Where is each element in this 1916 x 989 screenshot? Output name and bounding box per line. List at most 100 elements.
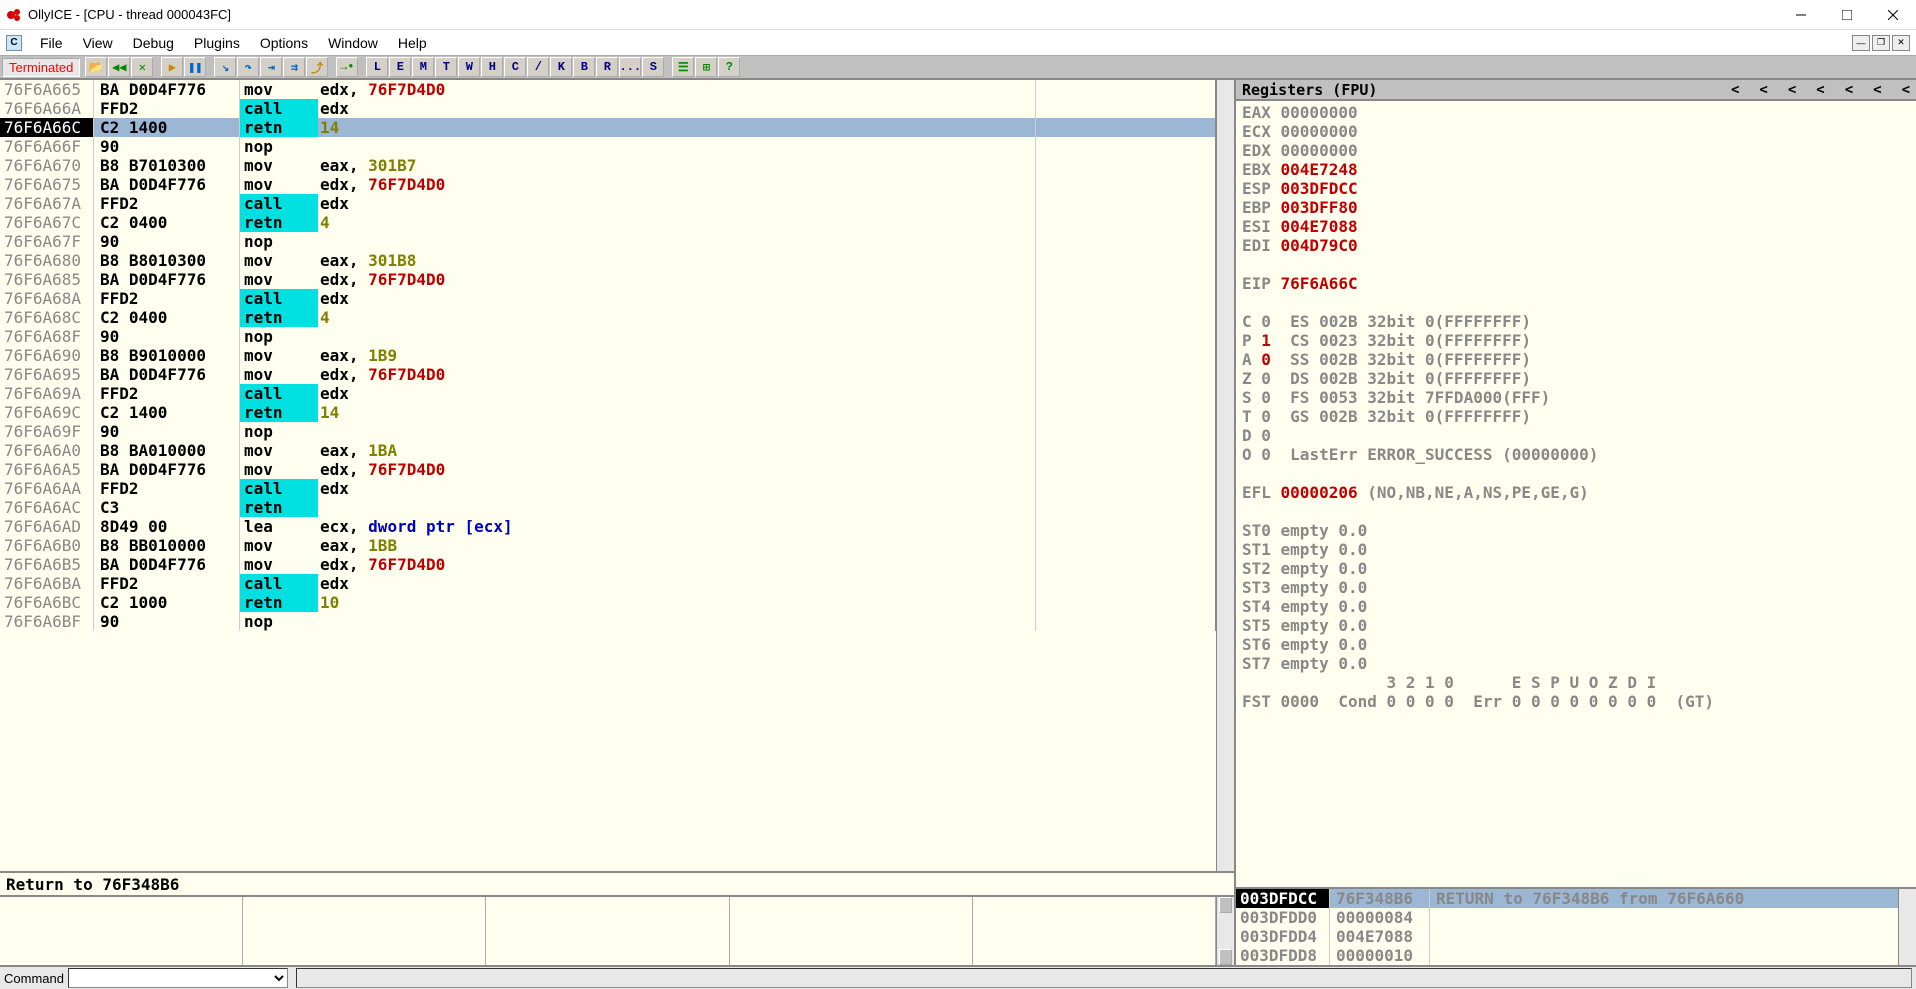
register-line[interactable]: D 0 — [1242, 426, 1910, 445]
dump-scrollbar[interactable] — [1216, 897, 1234, 965]
toolbar-e-button[interactable]: E — [389, 57, 411, 77]
disasm-row[interactable]: 76F6A690B8 B9010000moveax, 1B9 — [0, 346, 1216, 365]
disasm-row[interactable]: 76F6A6A0B8 BA010000moveax, 1BA — [0, 441, 1216, 460]
restart-button[interactable]: ◀◀ — [108, 57, 130, 77]
toolbar-...-button[interactable]: ... — [619, 57, 641, 77]
toolbar-b-button[interactable]: B — [573, 57, 595, 77]
register-line[interactable]: EIP 76F6A66C — [1242, 274, 1910, 293]
reg-nav-arrow[interactable]: < — [1902, 82, 1910, 98]
menu-options[interactable]: Options — [250, 32, 318, 54]
goto-button[interactable]: →• — [336, 57, 358, 77]
disasm-row[interactable]: 76F6A66CC2 1400retn14 — [0, 118, 1216, 137]
toolbar-k-button[interactable]: K — [550, 57, 572, 77]
command-input[interactable] — [68, 968, 288, 988]
stack-row[interactable]: 003DFDD4004E7088 — [1236, 927, 1898, 946]
step-into-button[interactable]: ↘ — [214, 57, 236, 77]
disasm-row[interactable]: 76F6A6AAFFD2calledx — [0, 479, 1216, 498]
register-line[interactable]: T 0 GS 002B 32bit 0(FFFFFFFF) — [1242, 407, 1910, 426]
appearance-button-2[interactable]: ⊞ — [695, 57, 717, 77]
disasm-row[interactable]: 76F6A675BA D0D4F776movedx, 76F7D4D0 — [0, 175, 1216, 194]
register-line[interactable]: O 0 LastErr ERROR_SUCCESS (00000000) — [1242, 445, 1910, 464]
disasm-row[interactable]: 76F6A6BF90nop — [0, 612, 1216, 631]
mdi-minimize-button[interactable]: — — [1852, 35, 1870, 51]
register-line[interactable] — [1242, 293, 1910, 312]
stack-pane[interactable]: 003DFDCC76F348B6RETURN to 76F348B6 from … — [1236, 887, 1916, 965]
disasm-row[interactable]: 76F6A67AFFD2calledx — [0, 194, 1216, 213]
register-line[interactable]: S 0 FS 0053 32bit 7FFDA000(FFF) — [1242, 388, 1910, 407]
register-line[interactable]: Z 0 DS 002B 32bit 0(FFFFFFFF) — [1242, 369, 1910, 388]
disasm-row[interactable]: 76F6A66AFFD2calledx — [0, 99, 1216, 118]
scroll-up-icon[interactable] — [1219, 897, 1232, 913]
register-line[interactable]: ST1 empty 0.0 — [1242, 540, 1910, 559]
mdi-close-button[interactable]: ✕ — [1892, 35, 1910, 51]
disasm-row[interactable]: 76F6A6AD8D49 00leaecx, dword ptr [ecx] — [0, 517, 1216, 536]
disasm-row[interactable]: 76F6A68AFFD2calledx — [0, 289, 1216, 308]
disasm-row[interactable]: 76F6A67CC2 0400retn4 — [0, 213, 1216, 232]
register-line[interactable]: EAX 00000000 — [1242, 103, 1910, 122]
register-line[interactable]: ECX 00000000 — [1242, 122, 1910, 141]
toolbar-w-button[interactable]: W — [458, 57, 480, 77]
disasm-row[interactable]: 76F6A685BA D0D4F776movedx, 76F7D4D0 — [0, 270, 1216, 289]
register-line[interactable]: ESP 003DFDCC — [1242, 179, 1910, 198]
stack-scrollbar[interactable] — [1898, 889, 1916, 965]
stack-row[interactable]: 003DFDD800000010 — [1236, 946, 1898, 965]
menu-help[interactable]: Help — [388, 32, 437, 54]
disasm-row[interactable]: 76F6A69F90nop — [0, 422, 1216, 441]
register-line[interactable]: ESI 004E7088 — [1242, 217, 1910, 236]
menu-debug[interactable]: Debug — [123, 32, 184, 54]
toolbar-c-button[interactable]: C — [504, 57, 526, 77]
disasm-row[interactable]: 76F6A67F90nop — [0, 232, 1216, 251]
appearance-button-1[interactable]: ☰ — [672, 57, 694, 77]
disasm-row[interactable]: 76F6A6B0B8 BB010000moveax, 1BB — [0, 536, 1216, 555]
disasm-row[interactable]: 76F6A6BAFFD2calledx — [0, 574, 1216, 593]
registers-pane[interactable]: Registers (FPU) < < < < < < < EAX 000000… — [1236, 80, 1916, 887]
disasm-row[interactable]: 76F6A680B8 B8010300moveax, 301B8 — [0, 251, 1216, 270]
reg-nav-arrow[interactable]: < — [1759, 82, 1767, 98]
minimize-button[interactable] — [1778, 0, 1824, 30]
register-line[interactable]: EBP 003DFF80 — [1242, 198, 1910, 217]
disasm-row[interactable]: 76F6A66F90nop — [0, 137, 1216, 156]
disasm-row[interactable]: 76F6A670B8 B7010300moveax, 301B7 — [0, 156, 1216, 175]
disasm-row[interactable]: 76F6A6BCC2 1000retn10 — [0, 593, 1216, 612]
register-line[interactable]: 3 2 1 0 E S P U O Z D I — [1242, 673, 1910, 692]
disasm-row[interactable]: 76F6A68F90nop — [0, 327, 1216, 346]
register-line[interactable]: ST3 empty 0.0 — [1242, 578, 1910, 597]
menu-plugins[interactable]: Plugins — [184, 32, 250, 54]
menu-file[interactable]: File — [30, 32, 73, 54]
register-line[interactable]: A 0 SS 002B 32bit 0(FFFFFFFF) — [1242, 350, 1910, 369]
register-line[interactable]: ST5 empty 0.0 — [1242, 616, 1910, 635]
reg-nav-arrow[interactable]: < — [1845, 82, 1853, 98]
disasm-row[interactable]: 76F6A69CC2 1400retn14 — [0, 403, 1216, 422]
toolbar-m-button[interactable]: M — [412, 57, 434, 77]
close-debuggee-button[interactable]: ✕ — [131, 57, 153, 77]
pause-button[interactable]: ❚❚ — [184, 57, 206, 77]
disasm-row[interactable]: 76F6A6B5BA D0D4F776movedx, 76F7D4D0 — [0, 555, 1216, 574]
disasm-row[interactable]: 76F6A695BA D0D4F776movedx, 76F7D4D0 — [0, 365, 1216, 384]
scroll-down-icon[interactable] — [1219, 949, 1232, 965]
toolbar-h-button[interactable]: H — [481, 57, 503, 77]
register-line[interactable]: ST0 empty 0.0 — [1242, 521, 1910, 540]
toolbar-r-button[interactable]: R — [596, 57, 618, 77]
register-line[interactable]: EDI 004D79C0 — [1242, 236, 1910, 255]
disasm-row[interactable]: 76F6A665BA D0D4F776movedx, 76F7D4D0 — [0, 80, 1216, 99]
register-line[interactable]: EFL 00000206 (NO,NB,NE,A,NS,PE,GE,G) — [1242, 483, 1910, 502]
execute-till-return-button[interactable]: ⤴ — [306, 57, 328, 77]
toolbar-t-button[interactable]: T — [435, 57, 457, 77]
trace-into-button[interactable]: ⇥ — [260, 57, 282, 77]
reg-nav-arrow[interactable]: < — [1873, 82, 1881, 98]
register-line[interactable]: ST6 empty 0.0 — [1242, 635, 1910, 654]
toolbar-/-button[interactable]: / — [527, 57, 549, 77]
maximize-button[interactable] — [1824, 0, 1870, 30]
register-line[interactable]: EBX 004E7248 — [1242, 160, 1910, 179]
stack-row[interactable]: 003DFDD000000084 — [1236, 908, 1898, 927]
register-line[interactable]: ST2 empty 0.0 — [1242, 559, 1910, 578]
register-line[interactable] — [1242, 255, 1910, 274]
reg-nav-arrow[interactable]: < — [1731, 82, 1739, 98]
register-line[interactable]: ST4 empty 0.0 — [1242, 597, 1910, 616]
menu-window[interactable]: Window — [318, 32, 388, 54]
disasm-row[interactable]: 76F6A68CC2 0400retn4 — [0, 308, 1216, 327]
run-button[interactable]: ▶ — [161, 57, 183, 77]
register-line[interactable] — [1242, 502, 1910, 521]
disasm-row[interactable]: 76F6A6A5BA D0D4F776movedx, 76F7D4D0 — [0, 460, 1216, 479]
mdi-restore-button[interactable]: ❐ — [1872, 35, 1890, 51]
